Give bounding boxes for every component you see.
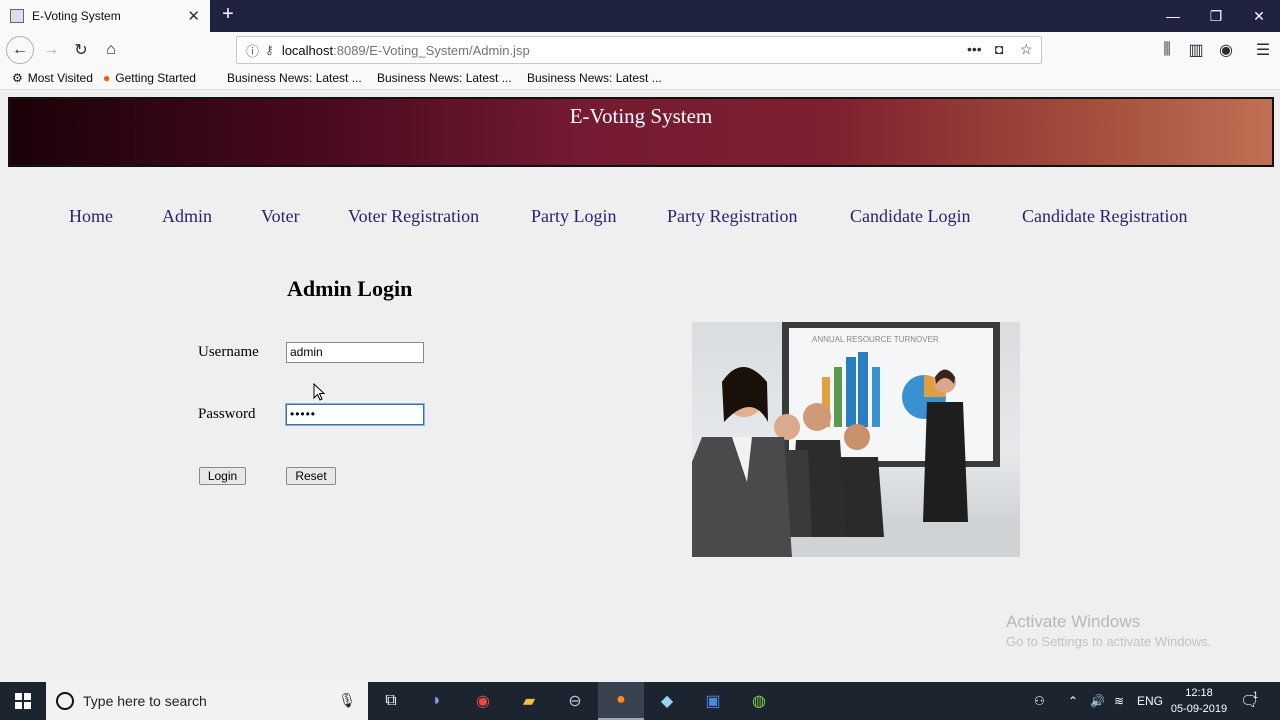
bookmark-label: Most Visited <box>27 71 93 85</box>
nav-link-party-registration[interactable]: Party Registration <box>667 206 797 227</box>
word-icon[interactable]: ▣ <box>690 682 736 720</box>
password-input[interactable]: ••••• <box>285 403 425 426</box>
login-button[interactable]: Login <box>199 467 246 485</box>
browser-tab-strip: E-Voting System ✕ + — ❐ ✕ <box>0 0 1280 32</box>
firefox-icon[interactable]: ● <box>598 682 644 720</box>
new-tab-button[interactable]: + <box>218 3 238 26</box>
url-path: :8089/E-Voting_System/Admin.jsp <box>333 42 530 58</box>
bookmark-business-news-2[interactable]: Business News: Latest ... <box>377 71 512 85</box>
cortana-icon <box>56 692 74 710</box>
home-button[interactable]: ⌂ <box>98 37 124 63</box>
page-content: E-Voting System Home Admin Voter Voter R… <box>0 90 1280 682</box>
bookmark-label: Getting Started <box>115 71 196 85</box>
bookmark-business-news-3[interactable]: Business News: Latest ... <box>527 71 662 85</box>
bookmark-business-news-1[interactable]: Business News: Latest ... <box>227 71 362 85</box>
page-favicon-icon <box>10 9 24 23</box>
browser-toolbar: ← → ↻ ⌂ ⓘ ⚷ localhost:8089/E-Voting_Syst… <box>0 32 1280 68</box>
pocket-icon[interactable]: ◘ <box>995 41 1003 57</box>
firefox-icon: ● <box>103 71 111 85</box>
microphone-icon[interactable]: 🎙 <box>338 692 356 709</box>
start-button[interactable] <box>0 682 46 720</box>
volume-icon[interactable]: 🔊 <box>1090 682 1105 720</box>
bookmark-label: Business News: Latest ... <box>527 71 662 85</box>
screen-text: ANNUAL RESOURCE TURNOVER <box>812 335 939 344</box>
url-bar[interactable]: ⓘ ⚷ localhost:8089/E-Voting_System/Admin… <box>236 36 1042 64</box>
username-label: Username <box>198 344 259 360</box>
password-label: Password <box>198 406 256 422</box>
minimize-button[interactable]: — <box>1150 0 1196 32</box>
login-heading: Admin Login <box>287 276 413 301</box>
nav-link-voter[interactable]: Voter <box>261 206 300 227</box>
bookmark-label: Business News: Latest ... <box>377 71 512 85</box>
eclipse-ide-icon[interactable]: ◗ <box>414 682 460 720</box>
cube-app-icon[interactable]: ◆ <box>644 682 690 720</box>
forward-button[interactable]: → <box>38 37 64 63</box>
clock-time: 12:18 <box>1185 687 1213 699</box>
site-title: E-Voting System <box>569 104 713 128</box>
app-icon[interactable]: ⊖ <box>552 682 598 720</box>
account-icon[interactable]: ◉ <box>1213 37 1239 63</box>
system-clock[interactable]: 12:18 05-09-2019 <box>1168 685 1230 717</box>
chrome-icon[interactable]: ◉ <box>460 682 506 720</box>
close-window-button[interactable]: ✕ <box>1236 0 1280 32</box>
page-actions-icon[interactable]: ••• <box>967 41 982 57</box>
username-input[interactable]: admin <box>286 342 424 363</box>
activate-windows-subtitle: Go to Settings to activate Windows. <box>1006 634 1212 649</box>
bookmark-label: Business News: Latest ... <box>227 71 362 85</box>
tab-title: E-Voting System <box>32 9 121 23</box>
sidebar-icon[interactable]: ▥ <box>1183 37 1209 63</box>
file-explorer-icon[interactable]: ▰ <box>506 682 552 720</box>
bookmark-getting-started[interactable]: ● Getting Started <box>103 71 196 85</box>
nav-link-voter-registration[interactable]: Voter Registration <box>348 206 479 227</box>
windows-taskbar: Type here to search 🎙 ⧉ ◗ ◉ ▰ ⊖ ● ◆ ▣ ◍ … <box>0 682 1280 720</box>
taskbar-search-box[interactable]: Type here to search 🎙 <box>46 682 368 720</box>
bookmark-star-icon[interactable]: ☆ <box>1020 41 1033 58</box>
nav-link-party-login[interactable]: Party Login <box>531 206 617 227</box>
people-icon[interactable]: ⚇ <box>1034 682 1045 720</box>
reload-button[interactable]: ↻ <box>68 37 94 63</box>
gear-icon: ⚙ <box>12 71 23 85</box>
site-banner: E-Voting System <box>8 97 1274 167</box>
green-app-icon[interactable]: ◍ <box>736 682 782 720</box>
clock-date: 05-09-2019 <box>1170 703 1228 715</box>
nav-link-candidate-registration[interactable]: Candidate Registration <box>1022 206 1187 227</box>
key-icon[interactable]: ⚷ <box>265 43 274 57</box>
meeting-photo: ANNUAL RESOURCE TURNOVER <box>692 322 1020 557</box>
search-placeholder: Type here to search <box>83 693 207 709</box>
windows-logo-icon <box>15 693 31 709</box>
mouse-cursor-icon <box>313 383 326 401</box>
bookmark-most-visited[interactable]: ⚙ Most Visited <box>12 71 93 85</box>
meeting-illustration: ANNUAL RESOURCE TURNOVER <box>692 322 1020 557</box>
url-host: localhost <box>281 42 334 58</box>
library-icon[interactable]: ⫼ <box>1154 37 1180 63</box>
maximize-button[interactable]: ❐ <box>1193 0 1239 32</box>
bookmarks-bar: ⚙ Most Visited ● Getting Started Busines… <box>0 68 1280 90</box>
back-button[interactable]: ← <box>6 36 34 64</box>
tab-e-voting-system[interactable]: E-Voting System ✕ <box>0 0 210 32</box>
show-hidden-icons[interactable]: ⌃ <box>1068 682 1078 720</box>
menu-icon[interactable]: ☰ <box>1250 37 1276 63</box>
task-view-icon[interactable]: ⧉ <box>368 682 414 720</box>
nav-link-admin[interactable]: Admin <box>162 206 212 227</box>
site-info-icon[interactable]: ⓘ <box>246 41 259 60</box>
activate-windows-title: Activate Windows <box>1006 612 1141 631</box>
nav-link-candidate-login[interactable]: Candidate Login <box>850 206 970 227</box>
language-indicator[interactable]: ENG <box>1137 682 1163 720</box>
reset-button[interactable]: Reset <box>286 467 336 485</box>
nav-link-home[interactable]: Home <box>69 206 113 227</box>
network-icon[interactable]: ≋ <box>1114 682 1124 720</box>
notification-count: 1 <box>1253 690 1259 700</box>
close-tab-icon[interactable]: ✕ <box>187 7 200 25</box>
